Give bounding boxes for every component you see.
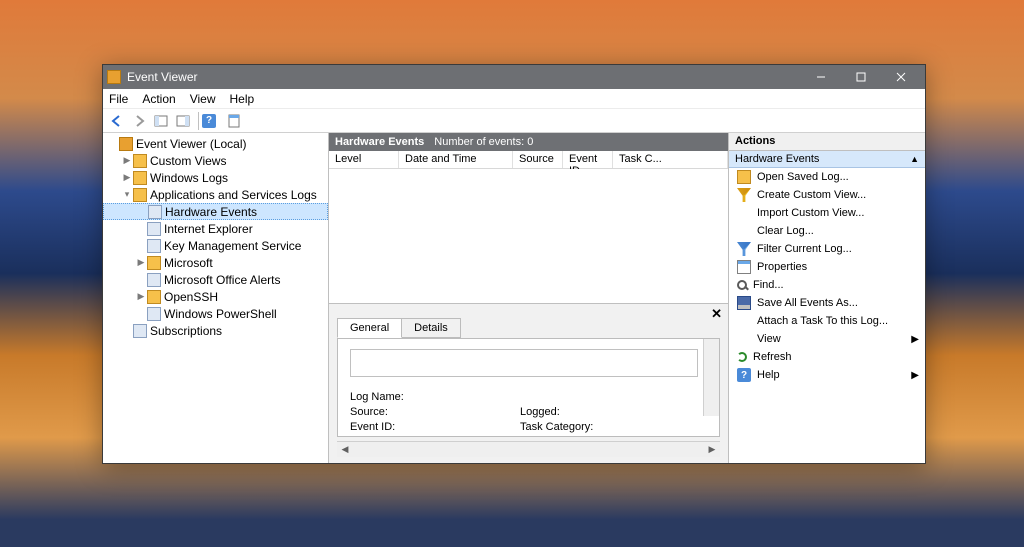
event-list[interactable] <box>329 169 728 303</box>
help-icon: ? <box>737 368 751 382</box>
action-properties[interactable]: Properties <box>729 258 925 276</box>
console-tree[interactable]: Event Viewer (Local) ▶Custom Views ▶Wind… <box>103 133 329 463</box>
col-taskc[interactable]: Task C... <box>613 151 728 168</box>
toolbar: ? <box>103 109 925 133</box>
properties-icon <box>737 260 751 274</box>
hscroll-right[interactable]: ▶ <box>704 442 720 457</box>
tree-powershell[interactable]: Windows PowerShell <box>103 305 328 322</box>
window-title: Event Viewer <box>127 70 801 84</box>
toolbar-help-button[interactable]: ? <box>202 111 222 131</box>
tree-apps-services-logs[interactable]: ▾Applications and Services Logs <box>103 186 328 203</box>
detail-close-button[interactable]: ✕ <box>711 306 722 322</box>
detail-vscroll[interactable] <box>703 339 719 416</box>
action-view-submenu[interactable]: View▶ <box>729 330 925 348</box>
blank-icon <box>737 224 751 238</box>
tree-internet-explorer[interactable]: Internet Explorer <box>103 220 328 237</box>
collapse-icon[interactable]: ▲ <box>910 154 919 164</box>
tree-office-alerts[interactable]: Microsoft Office Alerts <box>103 271 328 288</box>
action-create-custom-view[interactable]: Create Custom View... <box>729 186 925 204</box>
find-icon <box>737 280 747 290</box>
chevron-right-icon: ▶ <box>911 370 919 381</box>
refresh-icon <box>737 352 747 362</box>
col-date[interactable]: Date and Time <box>399 151 513 168</box>
hscroll-left[interactable]: ◀ <box>337 442 353 457</box>
tree-subscriptions[interactable]: Subscriptions <box>103 322 328 339</box>
action-import-custom-view[interactable]: Import Custom View... <box>729 204 925 222</box>
forward-button[interactable] <box>129 111 149 131</box>
detail-description-box[interactable] <box>350 349 698 377</box>
toolbar-properties-button[interactable] <box>224 111 244 131</box>
close-button[interactable] <box>881 65 921 89</box>
action-find[interactable]: Find... <box>729 276 925 294</box>
menu-help[interactable]: Help <box>230 92 255 106</box>
tree-hardware-events[interactable]: Hardware Events <box>103 203 328 220</box>
action-attach-task[interactable]: Attach a Task To this Log... <box>729 312 925 330</box>
tree-key-management[interactable]: Key Management Service <box>103 237 328 254</box>
label-taskcat: Task Category: <box>520 421 593 433</box>
menu-view[interactable]: View <box>190 92 216 106</box>
action-help[interactable]: ?Help▶ <box>729 366 925 384</box>
minimize-button[interactable] <box>801 65 841 89</box>
tree-microsoft[interactable]: ▶Microsoft <box>103 254 328 271</box>
event-count: Number of events: 0 <box>434 136 533 148</box>
funnel-yellow-icon <box>737 188 751 202</box>
toolbar-separator <box>198 112 199 130</box>
folder-open-icon <box>737 170 751 184</box>
center-pane: Hardware Events Number of events: 0 Leve… <box>329 133 729 463</box>
tree-custom-views[interactable]: ▶Custom Views <box>103 152 328 169</box>
menubar: File Action View Help <box>103 89 925 109</box>
show-hide-actions-button[interactable] <box>173 111 193 131</box>
menu-action[interactable]: Action <box>142 92 175 106</box>
blank-icon <box>737 332 751 346</box>
label-logname: Log Name: <box>350 391 520 403</box>
tree-root[interactable]: Event Viewer (Local) <box>103 135 328 152</box>
detail-body: Log Name: Source:Logged: Event ID:Task C… <box>337 338 720 437</box>
action-save-all[interactable]: Save All Events As... <box>729 294 925 312</box>
center-header: Hardware Events Number of events: 0 <box>329 133 728 151</box>
action-filter-log[interactable]: Filter Current Log... <box>729 240 925 258</box>
show-hide-tree-button[interactable] <box>151 111 171 131</box>
tab-general[interactable]: General <box>337 318 402 338</box>
col-eventid[interactable]: Event ID <box>563 151 613 168</box>
actions-header: Actions <box>729 133 925 151</box>
save-icon <box>737 296 751 310</box>
action-refresh[interactable]: Refresh <box>729 348 925 366</box>
app-icon <box>107 70 121 84</box>
label-logged: Logged: <box>520 406 560 418</box>
tree-windows-logs[interactable]: ▶Windows Logs <box>103 169 328 186</box>
label-source: Source: <box>350 406 520 418</box>
detail-pane: ✕ General Details Log Name: Source:Logge… <box>329 303 728 463</box>
col-source[interactable]: Source <box>513 151 563 168</box>
action-clear-log[interactable]: Clear Log... <box>729 222 925 240</box>
event-viewer-window: Event Viewer File Action View Help ? Eve… <box>102 64 926 464</box>
tab-details[interactable]: Details <box>401 318 461 338</box>
detail-hscroll[interactable]: ◀ ▶ <box>337 441 720 457</box>
tree-openssh[interactable]: ▶OpenSSH <box>103 288 328 305</box>
funnel-blue-icon <box>737 242 751 256</box>
label-eventid: Event ID: <box>350 421 520 433</box>
event-list-header[interactable]: Level Date and Time Source Event ID Task… <box>329 151 728 169</box>
actions-pane: Actions Hardware Events ▲ Open Saved Log… <box>729 133 925 463</box>
detail-tabs: General Details <box>337 318 728 338</box>
maximize-button[interactable] <box>841 65 881 89</box>
back-button[interactable] <box>107 111 127 131</box>
menu-file[interactable]: File <box>109 92 128 106</box>
blank-icon <box>737 206 751 220</box>
titlebar[interactable]: Event Viewer <box>103 65 925 89</box>
col-level[interactable]: Level <box>329 151 399 168</box>
chevron-right-icon: ▶ <box>911 334 919 345</box>
blank-icon <box>737 314 751 328</box>
center-title: Hardware Events <box>335 136 424 148</box>
hscroll-track[interactable] <box>353 442 704 457</box>
action-open-saved-log[interactable]: Open Saved Log... <box>729 168 925 186</box>
actions-group-header[interactable]: Hardware Events ▲ <box>729 151 925 168</box>
